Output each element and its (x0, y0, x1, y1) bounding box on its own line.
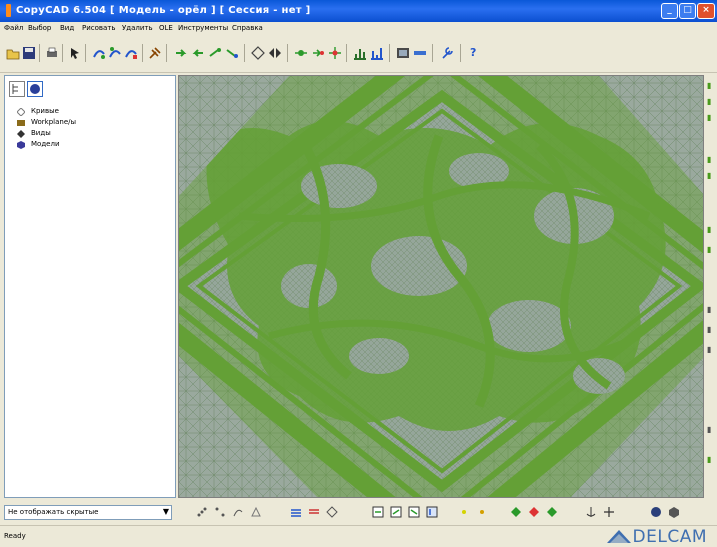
menu-view[interactable]: Вид (60, 24, 74, 32)
plane-icon[interactable] (413, 46, 427, 60)
diamond-icon[interactable] (326, 506, 338, 518)
mirror-icon[interactable] (268, 46, 282, 60)
right-strip-icon[interactable]: ▮ (707, 455, 715, 464)
explorer-panel: Кривые Workplane/ы Виды Модели (4, 75, 176, 498)
window-title: CopyCAD 6.504 [ Модель - орёл ] [ Сессия… (16, 5, 311, 16)
menu-file[interactable]: Файл (4, 24, 23, 32)
pointer-icon[interactable] (68, 46, 82, 60)
arrow-icon-1[interactable] (174, 46, 188, 60)
lasso-icon[interactable] (232, 506, 244, 518)
point-icon-1[interactable] (294, 46, 308, 60)
tree-item-models[interactable]: Модели (15, 139, 76, 150)
status-bar: Ready DELCAM (0, 525, 717, 547)
layers-icon[interactable] (290, 506, 302, 518)
arrow-icon-2[interactable] (191, 46, 205, 60)
bottom-toolbar: Не отображать скрытые ▼ (0, 499, 717, 525)
right-strip-icon[interactable]: ▮ (707, 425, 715, 434)
tree-item-curves[interactable]: Кривые (15, 106, 76, 117)
select-icon[interactable] (426, 506, 438, 518)
curves-icon (17, 108, 25, 116)
points-icon[interactable] (196, 506, 208, 518)
node-icon[interactable] (510, 506, 522, 518)
right-strip-icon[interactable]: ▮ (707, 305, 715, 314)
help-icon[interactable]: ? (470, 46, 484, 60)
model-tree: Кривые Workplane/ы Виды Модели (15, 106, 76, 150)
delcam-mountain-icon (607, 530, 631, 543)
open-icon[interactable] (6, 46, 20, 60)
chart-icon-1[interactable] (353, 46, 367, 60)
status-text: Ready (4, 532, 26, 540)
title-bar: CopyCAD 6.504 [ Модель - орёл ] [ Сессия… (0, 0, 717, 22)
right-strip-icon[interactable]: ▮ (707, 171, 715, 180)
node-icon[interactable] (546, 506, 558, 518)
arrow-icon-3[interactable] (208, 46, 222, 60)
chevron-down-icon[interactable]: ▼ (163, 507, 169, 516)
right-strip-icon[interactable]: ▮ (707, 97, 715, 106)
right-strip-icon[interactable]: ▮ (707, 245, 715, 254)
diamond-icon[interactable] (251, 46, 265, 60)
select-icon[interactable] (408, 506, 420, 518)
right-toolbar-strip: ▮ ▮ ▮ ▮ ▮ ▮ ▮ ▮ ▮ ▮ ▮ ▮ (705, 75, 717, 498)
app-icon (6, 4, 11, 17)
point-icon-3[interactable] (328, 46, 342, 60)
print-icon[interactable] (45, 46, 59, 60)
right-strip-icon[interactable]: ▮ (707, 225, 715, 234)
tree-item-views[interactable]: Виды (15, 128, 76, 139)
select-icon[interactable] (390, 506, 402, 518)
triangle-icon[interactable] (250, 506, 262, 518)
select-icon[interactable] (372, 506, 384, 518)
right-strip-icon[interactable]: ▮ (707, 155, 715, 164)
save-icon[interactable] (22, 46, 36, 60)
menu-tools[interactable]: Инструменты (178, 24, 228, 32)
main-toolbar: ? (0, 36, 717, 73)
marker-icon[interactable] (476, 506, 488, 518)
points-icon[interactable] (214, 506, 226, 518)
menu-bar: Файл Выбор Вид Рисовать Удалить OLE Инст… (0, 22, 717, 36)
curve-icon-2[interactable] (108, 46, 122, 60)
right-strip-icon[interactable]: ▮ (707, 345, 715, 354)
maximize-button[interactable]: □ (679, 3, 696, 19)
marker-icon[interactable] (458, 506, 470, 518)
right-strip-icon[interactable]: ▮ (707, 113, 715, 122)
relief-mesh (179, 76, 703, 497)
chart-icon-2[interactable] (370, 46, 384, 60)
sphere-icon[interactable] (650, 506, 662, 518)
node-icon[interactable] (528, 506, 540, 518)
curve-icon-1[interactable] (92, 46, 106, 60)
model-tab-icon (30, 84, 40, 94)
tab-model[interactable] (27, 81, 43, 97)
graphics-viewport[interactable] (178, 75, 704, 498)
menu-ole[interactable]: OLE (159, 24, 173, 32)
minimize-button[interactable]: _ (661, 3, 678, 19)
workplane-icon (17, 120, 25, 126)
models-icon (17, 141, 25, 149)
plus-icon[interactable] (603, 506, 615, 518)
point-icon-2[interactable] (311, 46, 325, 60)
tools-icon[interactable] (148, 46, 162, 60)
tree-item-workplanes[interactable]: Workplane/ы (15, 117, 76, 128)
shade-icon[interactable] (396, 46, 410, 60)
tool-icon[interactable] (440, 46, 454, 60)
close-button[interactable]: × (697, 3, 715, 19)
curve-icon-3[interactable] (124, 46, 138, 60)
layers-icon[interactable] (308, 506, 320, 518)
visibility-combo[interactable]: Не отображать скрытые ▼ (4, 505, 172, 520)
cube-icon[interactable] (668, 506, 680, 518)
menu-draw[interactable]: Рисовать (82, 24, 116, 32)
arrow-icon-4[interactable] (225, 46, 239, 60)
right-strip-icon[interactable]: ▮ (707, 81, 715, 90)
tab-tree[interactable] (9, 81, 25, 97)
tree-tab-icon (12, 84, 18, 94)
menu-select[interactable]: Выбор (28, 24, 51, 32)
right-strip-icon[interactable]: ▮ (707, 325, 715, 334)
menu-help[interactable]: Справка (232, 24, 263, 32)
anchor-icon[interactable] (585, 506, 597, 518)
views-icon (17, 130, 25, 138)
menu-delete[interactable]: Удалить (122, 24, 153, 32)
